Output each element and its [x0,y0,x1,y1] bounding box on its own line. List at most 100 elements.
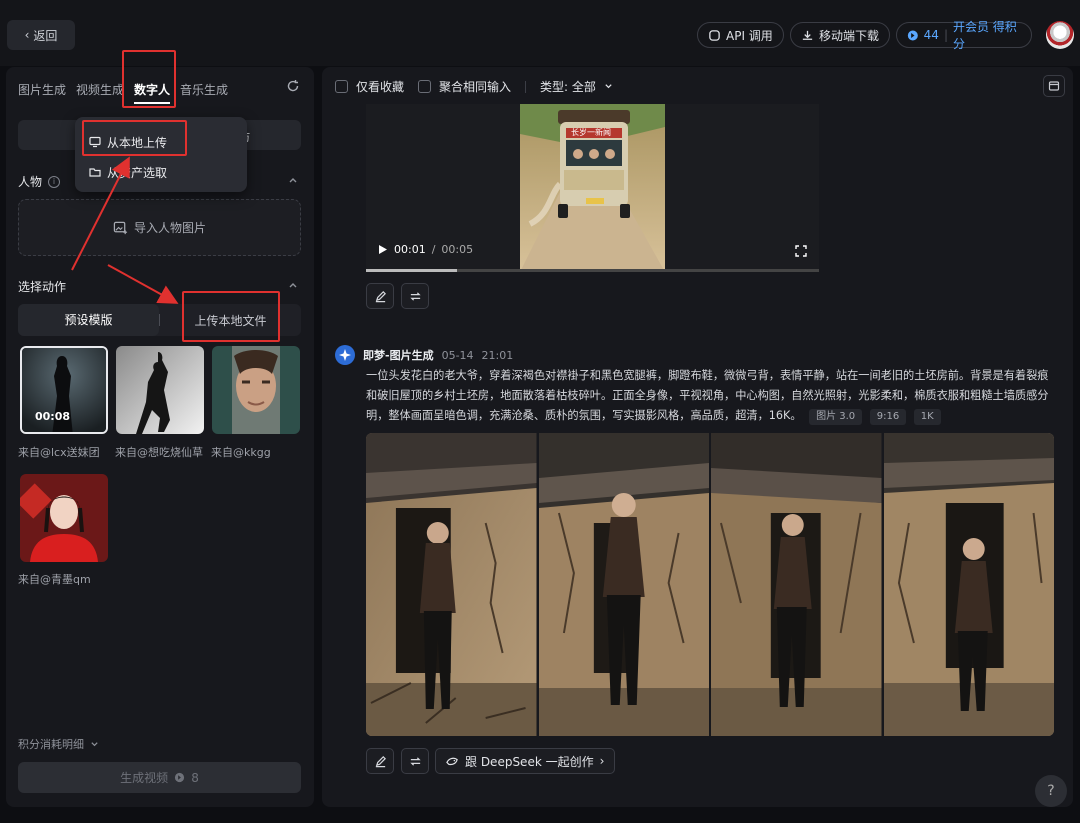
video-progress-bar[interactable] [366,269,819,272]
prompt-text-block: 一位头发花白的老大爷，穿着深褐色对襟褂子和黑色宽腿裤，脚蹬布鞋，微微弓背，表情平… [366,366,1056,426]
preset-template-option[interactable]: 预设模版 [18,304,159,336]
annotation-box-upload-file [182,291,280,342]
regenerate-button[interactable] [401,748,429,774]
model-tag: 图片 3.0 [809,409,863,425]
tab-music[interactable]: 音乐生成 [180,77,228,104]
template-thumb[interactable] [20,474,108,562]
result-image-old-man [366,433,537,736]
template-image-man-portrait [212,346,300,434]
filter-divider [525,80,527,93]
refresh-icon[interactable] [286,79,300,93]
folder-icon [1048,81,1060,91]
api-button[interactable]: API 调用 [697,22,784,48]
points-pill[interactable]: 44 | 开会员 得积分 [896,20,1032,51]
api-icon [709,29,720,41]
result-image[interactable] [538,433,709,736]
info-icon[interactable]: i [48,175,61,188]
api-label: API 调用 [726,28,773,43]
edit-button[interactable] [366,283,394,309]
template-duration: 00:08 [35,410,71,423]
collapse-panel-button[interactable] [1043,75,1065,97]
video-progress-fill [366,269,457,272]
pencil-icon [375,290,386,302]
help-button[interactable]: ? [1035,775,1067,807]
type-filter-dropdown[interactable]: 类型: 全部 [540,78,596,95]
bus-sign-text: 长岁一新闻 [571,128,611,137]
person-title-text: 人物 [18,175,43,189]
points-divider: | [943,28,948,42]
template-caption: 来自@lcx送妹团 [18,446,100,459]
template-thumb[interactable] [212,346,300,434]
chevron-up-icon[interactable] [288,280,298,290]
cost-detail-toggle[interactable]: 积分消耗明细 [18,736,99,752]
edit-button[interactable] [366,748,394,774]
person-section-title: 人物 i [18,173,61,190]
action-section-title: 选择动作 [18,278,66,295]
avatar[interactable] [1046,21,1074,49]
template-caption: 来自@想吃烧仙草 [115,446,203,459]
resolution-tag: 1K [913,409,941,425]
vip-link[interactable]: 开会员 得积分 [953,18,1021,52]
chevron-down-icon[interactable] [604,82,613,91]
template-thumb[interactable] [116,346,204,434]
menu-item-from-assets[interactable]: 从资产选取 [75,157,247,187]
template-caption: 来自@kkgg [211,446,271,459]
video-time-separator: / [431,243,436,256]
video-player[interactable]: 长岁一新闻 00:01 / 00:05 [366,104,819,272]
back-label: 返回 [33,28,58,43]
menu-item-from-assets-label: 从资产选取 [107,165,168,180]
points-count: 44 [923,28,939,42]
repeat-icon [409,756,421,766]
tab-image[interactable]: 图片生成 [18,77,66,104]
result-image[interactable] [711,433,882,736]
video-controls: 00:01 / 00:05 [378,243,473,256]
message-source: 即梦-图片生成 [363,349,434,362]
message-date: 05-14 [441,348,474,362]
person-image-dropzone[interactable]: 导入人物图片 [18,199,301,256]
play-icon[interactable] [378,244,388,255]
video-current-time: 00:01 [394,243,426,256]
regenerate-button[interactable] [401,283,429,309]
repeat-icon [409,291,421,301]
result-image-old-man [883,433,1054,736]
message-time: 21:01 [481,348,514,362]
chevron-right-icon: › [599,754,605,768]
fav-only-checkbox[interactable] [335,80,348,93]
tab-video[interactable]: 视频生成 [76,77,124,104]
dropzone-label: 导入人物图片 [133,221,206,235]
aggregate-checkbox[interactable] [418,80,432,93]
mobile-download-label: 移动端下载 [819,28,880,43]
annotation-box-digital-human-tab [122,50,176,108]
jimeng-logo-icon [335,345,355,365]
aggregate-label[interactable]: 聚合相同输入 [439,78,511,95]
deepseek-create-button[interactable]: 跟 DeepSeek 一起创作 › [435,748,616,774]
result-image-old-man [711,433,882,736]
template-image-dancer-silhouette [116,346,204,434]
generate-video-button[interactable]: 生成视频 8 [18,762,301,793]
annotation-box-upload-local [82,120,187,156]
chevron-up-icon[interactable] [288,175,298,185]
folder-icon [89,168,101,177]
download-icon [802,30,813,40]
fav-only-label[interactable]: 仅看收藏 [356,78,404,95]
message-header: 即梦-图片生成 05-14 21:01 [335,345,513,365]
results-panel: 仅看收藏 聚合相同输入 类型: 全部 长岁一新闻 00:01 / 00:05 即… [322,67,1073,807]
ratio-tag: 9:16 [869,409,907,425]
action-title-text: 选择动作 [18,280,67,294]
back-button[interactable]: ‹ 返回 [7,20,75,50]
deepseek-whale-icon [446,757,458,765]
fullscreen-icon[interactable] [795,245,807,257]
template-caption: 来自@青墨qm [18,573,91,586]
template-image-woman-red [20,474,108,562]
result-image[interactable] [883,433,1054,736]
result-image[interactable] [366,433,537,736]
template-thumb[interactable]: 00:08 [20,346,108,434]
image-add-icon [113,221,128,235]
mobile-download-button[interactable]: 移动端下载 [790,22,891,48]
deepseek-label: 跟 DeepSeek 一起创作 [465,754,594,769]
result-image-grid [366,433,1054,736]
pencil-icon [375,755,386,767]
points-icon [175,772,185,783]
points-icon [907,30,918,40]
cost-detail-label: 积分消耗明细 [18,738,84,751]
